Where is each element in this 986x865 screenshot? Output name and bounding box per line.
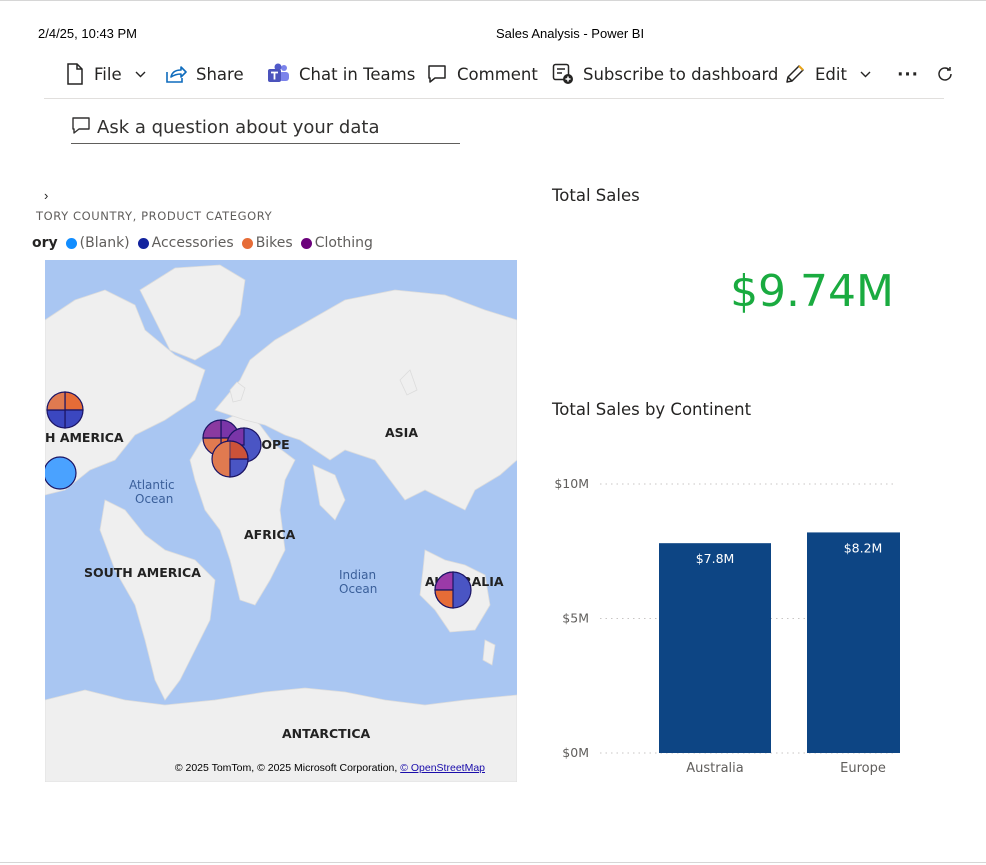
legend-dot xyxy=(137,237,149,249)
world-map: H AMERICA EUROPE ASIA AFRICA SOUTH AMERI… xyxy=(45,264,517,782)
map-visual[interactable]: H AMERICA EUROPE ASIA AFRICA SOUTH AMERI… xyxy=(45,260,517,782)
pie-france[interactable] xyxy=(211,440,249,478)
bar-chart-svg: $0M $5M $10M $7.8M Australia $8.2M Europe xyxy=(554,476,919,776)
legend-title: ory xyxy=(32,235,58,251)
file-label: File xyxy=(94,64,122,84)
teams-icon xyxy=(267,63,290,85)
bar-europe[interactable] xyxy=(807,532,919,753)
total-sales-card-title: Total Sales xyxy=(552,186,640,205)
map-label-atlantic: Atlantic xyxy=(129,478,175,492)
map-visual-title: › xyxy=(44,188,49,203)
refresh-icon xyxy=(936,65,954,83)
file-menu-button[interactable]: File xyxy=(66,58,154,90)
map-label-indian: Indian xyxy=(339,568,376,582)
toolbar-divider xyxy=(44,98,944,99)
legend-label: Accessories xyxy=(151,235,234,251)
legend-label: Bikes xyxy=(255,235,293,251)
y-tick-label: $5M xyxy=(562,611,589,626)
x-category-label: Australia xyxy=(686,761,744,776)
pie-north-america[interactable] xyxy=(46,391,84,429)
edit-label: Edit xyxy=(815,64,847,84)
edit-button[interactable]: Edit xyxy=(784,58,871,90)
legend-item-clothing[interactable]: Clothing xyxy=(300,235,373,251)
map-label-atlantic-ocean: Ocean xyxy=(135,492,173,506)
pie-australia[interactable] xyxy=(434,571,472,609)
legend-dot xyxy=(241,237,253,249)
copyright-text: © 2025 TomTom, © 2025 Microsoft Corporat… xyxy=(174,762,401,774)
chat-in-teams-label: Chat in Teams xyxy=(299,64,416,84)
legend-dot xyxy=(65,237,77,249)
legend-dot xyxy=(300,237,312,249)
qa-placeholder: Ask a question about your data xyxy=(97,117,380,138)
legend-item-bikes[interactable]: Bikes xyxy=(241,235,293,251)
subscribe-icon xyxy=(552,63,574,85)
openstreetmap-link[interactable]: © OpenStreetMap xyxy=(400,762,485,774)
map-label-south-america: SOUTH AMERICA xyxy=(84,565,201,580)
total-sales-card-value: $9.74M xyxy=(730,266,894,317)
print-title: Sales Analysis - Power BI xyxy=(495,26,645,41)
subscribe-label: Subscribe to dashboard xyxy=(583,64,779,84)
bottom-border xyxy=(0,862,986,863)
file-icon xyxy=(66,63,84,85)
legend-label: Clothing xyxy=(314,235,373,251)
map-visual-subtitle: TORY COUNTRY, PRODUCT CATEGORY xyxy=(36,209,273,223)
qa-search-box[interactable]: Ask a question about your data xyxy=(71,112,460,144)
map-label-north-america: H AMERICA xyxy=(45,430,124,445)
bar-data-label: $8.2M xyxy=(844,540,883,555)
legend-item-blank[interactable]: (Blank) xyxy=(65,235,130,251)
map-copyright: © 2025 TomTom, © 2025 Microsoft Corporat… xyxy=(175,762,485,774)
share-label: Share xyxy=(196,64,244,84)
share-button[interactable]: Share xyxy=(165,58,249,90)
more-options-button[interactable]: ··· xyxy=(892,58,924,90)
chart-title: Total Sales by Continent xyxy=(552,400,752,419)
map-label-antarctica: ANTARCTICA xyxy=(282,726,371,741)
pencil-icon xyxy=(784,63,806,85)
comment-button[interactable]: Comment xyxy=(427,58,538,90)
top-border xyxy=(0,0,986,1)
chevron-down-icon xyxy=(135,71,146,78)
map-label-indian-ocean: Ocean xyxy=(339,582,377,596)
refresh-button[interactable] xyxy=(936,58,958,90)
bar-data-label: $7.8M xyxy=(696,551,735,566)
y-tick-label: $10M xyxy=(554,476,589,491)
y-tick-label: $0M xyxy=(562,745,589,760)
share-icon xyxy=(165,64,187,84)
map-label-asia: ASIA xyxy=(385,425,418,440)
comment-icon xyxy=(427,64,447,84)
legend-label: (Blank) xyxy=(79,235,130,251)
bar-australia[interactable] xyxy=(659,543,771,753)
map-legend: ory (Blank) Accessories Bikes Clothing xyxy=(32,235,381,251)
legend-item-accessories[interactable]: Accessories xyxy=(137,235,234,251)
bar-chart[interactable]: $0M $5M $10M $7.8M Australia $8.2M Europe xyxy=(545,470,919,780)
subscribe-button[interactable]: Subscribe to dashboard xyxy=(552,58,778,90)
pie-blank[interactable] xyxy=(45,456,77,490)
map-label-africa: AFRICA xyxy=(244,527,296,542)
x-category-label: Europe xyxy=(840,761,886,776)
toolbar: File Share Chat in Teams Comment Subscri… xyxy=(66,58,958,90)
speech-bubble-icon xyxy=(71,116,97,140)
more-options-icon: ··· xyxy=(897,64,919,84)
chevron-down-icon xyxy=(860,71,871,78)
chat-in-teams-button[interactable]: Chat in Teams xyxy=(267,58,415,90)
comment-label: Comment xyxy=(457,64,538,84)
